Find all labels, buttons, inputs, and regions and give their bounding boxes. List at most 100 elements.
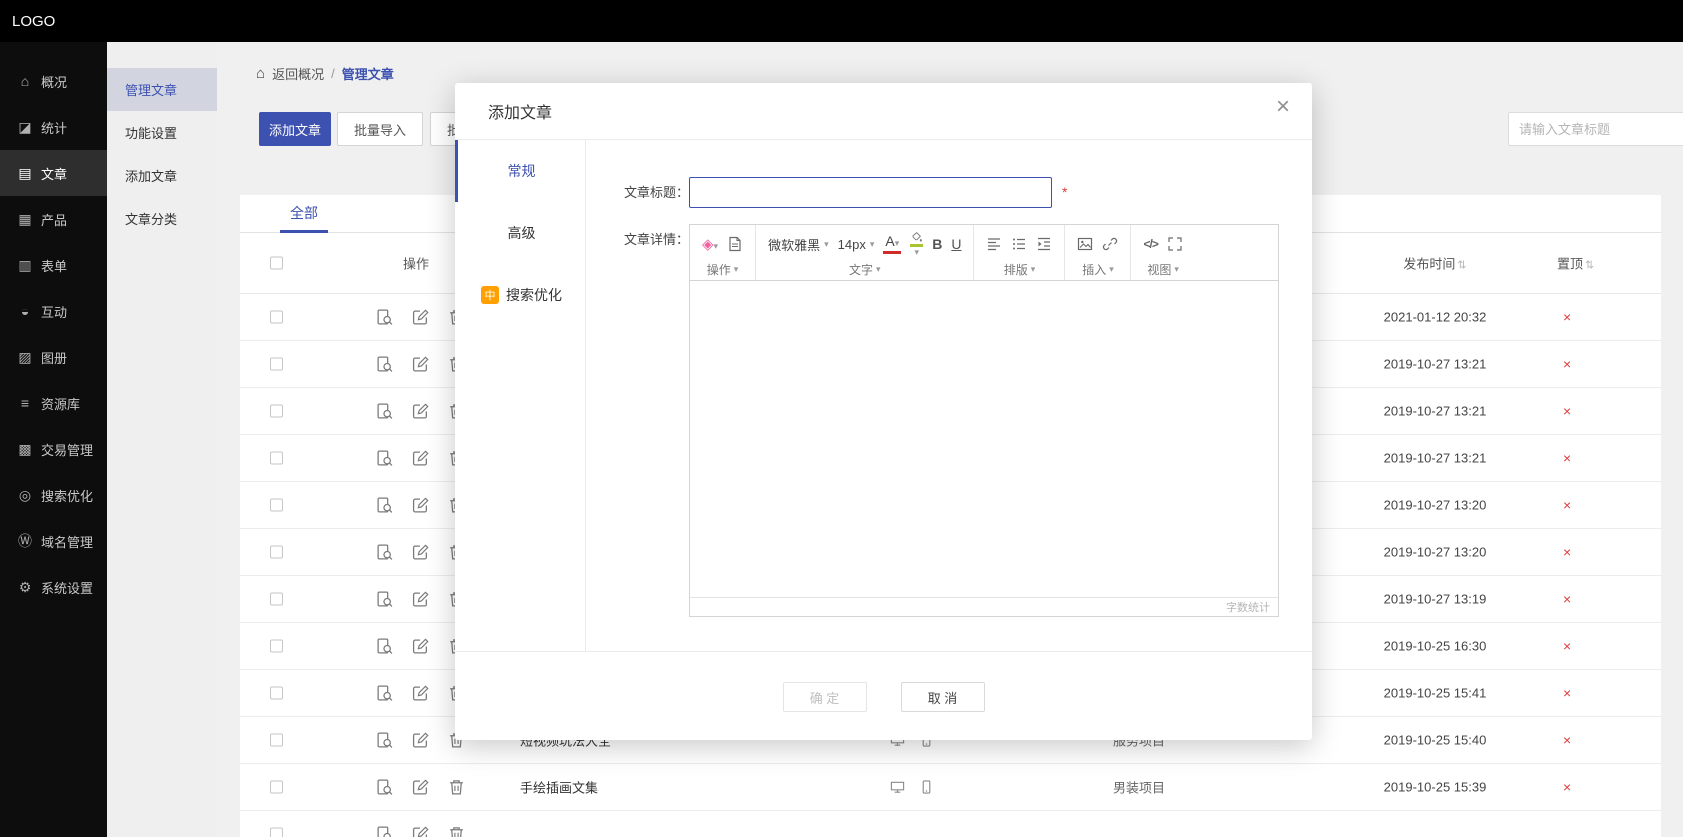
preview-icon[interactable] [376,826,393,837]
close-icon[interactable]: × [1276,95,1290,119]
pin-status-icon[interactable]: × [1563,779,1571,795]
sidebar-item-products[interactable]: ▦产品 [0,196,107,242]
insert-dropdown[interactable]: 插入 [1082,261,1114,278]
layout-dropdown[interactable]: 排版 [1004,261,1036,278]
sidebar-item-overview[interactable]: ⌂概况 [0,58,107,104]
modal-tab-general[interactable]: 常规 [455,140,585,202]
align-icon[interactable] [986,236,1002,252]
row-checkbox[interactable] [270,499,283,512]
preview-icon[interactable] [376,356,393,373]
home-icon[interactable]: ⌂ [256,65,265,82]
article-title[interactable]: 手绘插画文集 [520,778,598,797]
edit-icon[interactable] [412,450,429,467]
article-title-input[interactable] [689,177,1052,208]
sidebar-item-forms[interactable]: ▥表单 [0,242,107,288]
font-family-dropdown[interactable]: 微软雅黑 [768,235,829,254]
preview-icon[interactable] [376,638,393,655]
text-dropdown[interactable]: 文字 [849,261,881,278]
pin-status-icon[interactable]: × [1563,497,1571,513]
pin-status-icon[interactable]: × [1563,309,1571,325]
list-icon[interactable] [1011,236,1027,252]
preview-icon[interactable] [376,732,393,749]
edit-icon[interactable] [412,544,429,561]
modal-tab-advanced[interactable]: 高级 [455,202,585,264]
row-checkbox[interactable] [270,593,283,606]
edit-icon[interactable] [412,638,429,655]
select-all-checkbox[interactable] [270,257,283,270]
modal-tab-seo[interactable]: 中搜索优化 [455,264,585,326]
sidebar-item-statistics[interactable]: ◪统计 [0,104,107,150]
sort-icon[interactable]: ⇅ [1585,260,1594,272]
edit-icon[interactable] [412,309,429,326]
document-template-icon[interactable] [727,236,743,252]
row-checkbox[interactable] [270,546,283,559]
header-publish-time[interactable]: 发布时间⇅ [1340,254,1530,273]
sidebar-item-seo[interactable]: ◎搜索优化 [0,472,107,518]
edit-icon[interactable] [412,403,429,420]
sidebar-item-domains[interactable]: Ⓦ域名管理 [0,518,107,564]
header-pin[interactable]: 置顶⇅ [1557,254,1594,273]
indent-icon[interactable] [1036,236,1052,252]
fullscreen-icon[interactable] [1167,236,1183,252]
delete-icon[interactable] [448,826,465,837]
row-checkbox[interactable] [270,452,283,465]
sidebar-item-interaction[interactable]: ◒互动 [0,288,107,334]
pin-status-icon[interactable]: × [1563,450,1571,466]
search-input[interactable] [1508,112,1683,146]
row-checkbox[interactable] [270,734,283,747]
confirm-button[interactable]: 确 定 [783,682,867,712]
row-checkbox[interactable] [270,311,283,324]
subsidebar-item-add-article[interactable]: 添加文章 [107,154,217,197]
pin-status-icon[interactable]: × [1563,544,1571,560]
bold-icon[interactable]: B [932,236,942,252]
sidebar-item-albums[interactable]: ▨图册 [0,334,107,380]
edit-icon[interactable] [412,356,429,373]
subsidebar-item-function-settings[interactable]: 功能设置 [107,111,217,154]
row-checkbox[interactable] [270,405,283,418]
sidebar-item-articles[interactable]: ▤文章 [0,150,107,196]
source-code-icon[interactable]: </> [1143,237,1157,251]
pin-status-icon[interactable]: × [1563,732,1571,748]
sidebar-item-transactions[interactable]: ▩交易管理 [0,426,107,472]
breadcrumb-back-link[interactable]: 返回概况 [272,64,324,83]
pin-status-icon[interactable]: × [1563,591,1571,607]
edit-icon[interactable] [412,591,429,608]
edit-icon[interactable] [412,732,429,749]
sort-icon[interactable]: ⇅ [1457,260,1466,272]
pin-status-icon[interactable]: × [1563,638,1571,654]
subsidebar-item-article-categories[interactable]: 文章分类 [107,197,217,240]
pin-status-icon[interactable]: × [1563,685,1571,701]
pin-status-icon[interactable]: × [1563,356,1571,372]
preview-icon[interactable] [376,309,393,326]
underline-icon[interactable]: U [951,236,961,252]
sidebar-item-resources[interactable]: ≡资源库 [0,380,107,426]
format-eraser-icon[interactable]: ◈ [702,235,718,253]
insert-link-icon[interactable] [1102,236,1118,252]
batch-import-button[interactable]: 批量导入 [337,112,423,146]
actions-dropdown[interactable]: 操作 [707,261,739,278]
delete-icon[interactable] [448,779,465,796]
sidebar-item-settings[interactable]: ⚙系统设置 [0,564,107,610]
edit-icon[interactable] [412,685,429,702]
insert-image-icon[interactable] [1077,236,1093,252]
font-color-icon[interactable]: A [883,234,901,254]
preview-icon[interactable] [376,403,393,420]
row-checkbox[interactable] [270,687,283,700]
font-size-dropdown[interactable]: 14px [838,237,875,252]
edit-icon[interactable] [412,779,429,796]
row-checkbox[interactable] [270,640,283,653]
preview-icon[interactable] [376,591,393,608]
subsidebar-item-manage-articles[interactable]: 管理文章 [107,68,217,111]
preview-icon[interactable] [376,544,393,561]
edit-icon[interactable] [412,497,429,514]
add-article-button[interactable]: 添加文章 [259,112,331,146]
preview-icon[interactable] [376,450,393,467]
view-dropdown[interactable]: 视图 [1147,261,1179,278]
tab-all[interactable]: 全部 [280,195,328,233]
preview-icon[interactable] [376,779,393,796]
cancel-button[interactable]: 取 消 [901,682,985,712]
pin-status-icon[interactable]: × [1563,403,1571,419]
edit-icon[interactable] [412,826,429,837]
preview-icon[interactable] [376,497,393,514]
preview-icon[interactable] [376,685,393,702]
